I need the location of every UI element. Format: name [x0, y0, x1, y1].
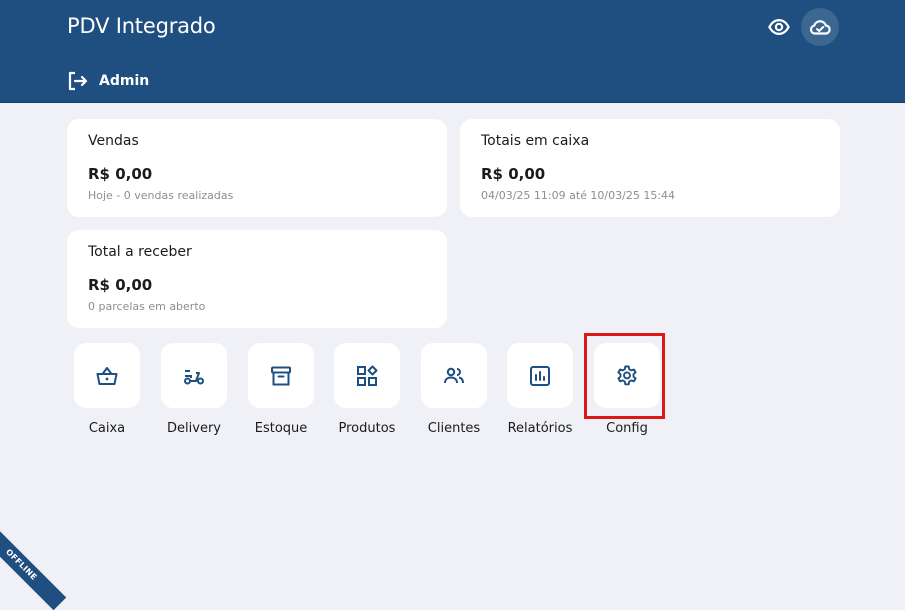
card-title: Totais em caixa: [481, 133, 590, 149]
app-header: PDV Integrado Admin: [0, 0, 905, 103]
archive-icon: [271, 366, 291, 385]
menu-item-delivery[interactable]: Delivery: [161, 343, 227, 436]
app-title: PDV Integrado: [67, 14, 216, 38]
total-receber-card[interactable]: Total a receber R$ 0,00 0 parcelas em ab…: [67, 230, 447, 328]
toggle-visibility-button[interactable]: [760, 8, 798, 46]
config-highlight-box: [584, 333, 665, 419]
basket-icon: [96, 366, 118, 385]
user-logout-button[interactable]: Admin: [67, 70, 149, 92]
menu-tile[interactable]: [161, 343, 227, 408]
menu-tile[interactable]: [334, 343, 400, 408]
sync-button[interactable]: [801, 8, 839, 46]
offline-badge: OFFLINE: [0, 519, 67, 610]
menu-item-caixa[interactable]: Caixa: [74, 343, 140, 436]
menu-item-relatorios[interactable]: Relatórios: [507, 343, 573, 436]
users-icon: [444, 367, 464, 383]
grid-icon: [357, 365, 378, 386]
scooter-icon: [184, 369, 204, 384]
logout-icon: [68, 71, 88, 91]
card-subtitle: Hoje - 0 vendas realizadas: [88, 189, 234, 202]
user-name: Admin: [99, 73, 150, 89]
menu-tile[interactable]: [74, 343, 140, 408]
menu-item-clientes[interactable]: Clientes: [421, 343, 487, 436]
card-value: R$ 0,00: [88, 165, 153, 183]
report-icon: [530, 365, 550, 386]
card-title: Total a receber: [88, 244, 192, 260]
menu-tile[interactable]: [248, 343, 314, 408]
menu-tile[interactable]: [507, 343, 573, 408]
card-value: R$ 0,00: [481, 165, 546, 183]
card-subtitle: 0 parcelas em aberto: [88, 300, 206, 313]
menu-item-estoque[interactable]: Estoque: [248, 343, 314, 436]
eye-icon: [768, 19, 790, 35]
vendas-card[interactable]: Vendas R$ 0,00 Hoje - 0 vendas realizada…: [67, 119, 447, 217]
card-value: R$ 0,00: [88, 276, 153, 294]
card-title: Vendas: [88, 133, 139, 149]
menu-label: Config: [606, 421, 648, 436]
totais-caixa-card[interactable]: Totais em caixa R$ 0,00 04/03/25 11:09 a…: [460, 119, 840, 217]
menu-tile[interactable]: [421, 343, 487, 408]
card-subtitle: 04/03/25 11:09 até 10/03/25 15:44: [481, 189, 676, 202]
cloud-sync-icon: [809, 20, 831, 35]
menu-item-produtos[interactable]: Produtos: [334, 343, 400, 436]
